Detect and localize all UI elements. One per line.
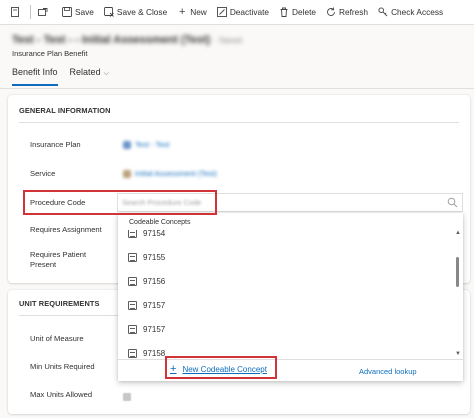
- new-label: New: [190, 7, 207, 17]
- list-item-label: 97155: [143, 252, 166, 262]
- scroll-down-icon[interactable]: ▼: [455, 351, 461, 357]
- list-item-label: 97154: [143, 230, 166, 238]
- refresh-icon: [326, 7, 336, 17]
- section-heading: UNIT REQUIREMENTS: [19, 299, 100, 308]
- check-access-label: Check Access: [391, 7, 444, 17]
- command-bar: Save Save & Close + New Deactivate Delet…: [0, 0, 474, 25]
- divider: [30, 5, 31, 19]
- list-item-label: 97157: [143, 324, 166, 334]
- open-window-button[interactable]: [32, 0, 57, 25]
- insurance-plan-value[interactable]: Test - Test: [123, 140, 169, 149]
- plus-icon: +: [170, 363, 177, 375]
- list-item[interactable]: 97154: [128, 230, 165, 240]
- section-divider: [19, 122, 459, 123]
- new-codeable-concept-button[interactable]: + New Codeable Concept: [170, 363, 267, 375]
- deactivate-icon: [216, 7, 227, 17]
- tab-divider: [0, 88, 474, 89]
- list-item[interactable]: 97155: [128, 250, 165, 264]
- service-value[interactable]: Initial Assessment (Test): [123, 169, 217, 178]
- service-label: Service: [30, 169, 56, 178]
- search-icon[interactable]: [447, 197, 458, 208]
- save-icon: [62, 7, 72, 17]
- list-item[interactable]: 97156: [128, 274, 165, 288]
- min-units-label: Min Units Required: [30, 362, 95, 371]
- save-button[interactable]: Save: [57, 0, 99, 25]
- record-icon: [128, 230, 137, 238]
- dropdown-heading: Codeable Concepts: [129, 219, 191, 226]
- service-link: Initial Assessment (Test): [135, 169, 217, 178]
- tab-benefit-info[interactable]: Benefit Info: [12, 67, 58, 86]
- deactivate-button[interactable]: Deactivate: [212, 0, 274, 25]
- delete-label: Delete: [292, 7, 316, 17]
- form-icon-button[interactable]: [4, 0, 29, 25]
- record-icon: [128, 276, 137, 286]
- record-title-text: Test - Test - - Initial Assessment (Test…: [12, 34, 211, 46]
- record-icon: [128, 348, 137, 358]
- record-icon: [128, 252, 137, 262]
- record-icon: [128, 300, 137, 310]
- save-close-label: Save & Close: [116, 7, 168, 17]
- lock-icon: [123, 393, 131, 401]
- form-icon: [10, 7, 20, 17]
- save-label: Save: [75, 7, 94, 17]
- check-access-button[interactable]: Check Access: [373, 0, 448, 25]
- record-title: Test - Test - - Initial Assessment (Test…: [12, 34, 242, 46]
- list-item[interactable]: 97158: [128, 346, 165, 360]
- insurance-plan-link: Test - Test: [135, 140, 170, 149]
- procedure-code-label: Procedure Code: [30, 198, 86, 207]
- record-icon: [123, 140, 131, 149]
- list-item-label: 97157: [143, 300, 166, 310]
- procedure-code-placeholder: Search Procedure Code: [122, 198, 202, 207]
- record-icon: [123, 169, 131, 178]
- list-item[interactable]: 97157: [128, 322, 165, 336]
- form-tabs: Benefit Info Related ⌵: [12, 67, 121, 86]
- advanced-lookup-link[interactable]: Advanced lookup: [359, 367, 417, 376]
- dropdown-footer: + New Codeable Concept Advanced lookup: [118, 359, 463, 381]
- procedure-code-lookup[interactable]: Search Procedure Code: [117, 193, 463, 212]
- requires-patient-present-label: Requires Patient Present: [30, 250, 87, 269]
- refresh-button[interactable]: Refresh: [321, 0, 373, 25]
- tab-related-label: Related: [69, 67, 101, 77]
- open-new-window-icon: [38, 7, 48, 17]
- list-item-label: 97156: [143, 276, 166, 286]
- plus-icon: +: [178, 6, 186, 18]
- requires-assignment-label: Requires Assignment: [30, 225, 102, 234]
- new-codeable-concept-label: New Codeable Concept: [182, 364, 267, 374]
- delete-button[interactable]: Delete: [274, 0, 321, 25]
- deactivate-label: Deactivate: [229, 7, 270, 17]
- refresh-label: Refresh: [339, 7, 369, 17]
- chevron-down-icon: ⌵: [103, 70, 109, 77]
- list-item[interactable]: 97157: [128, 298, 165, 312]
- save-close-button[interactable]: Save & Close: [99, 0, 172, 25]
- saved-status: - Saved: [214, 36, 242, 45]
- new-button[interactable]: + New: [172, 0, 212, 25]
- scrollbar-thumb[interactable]: [456, 257, 459, 287]
- section-heading: GENERAL INFORMATION: [19, 106, 111, 115]
- lookup-dropdown: Codeable Concepts 97154 97155 97156 9715…: [118, 213, 463, 381]
- tab-benefit-info-label: Benefit Info: [12, 67, 58, 77]
- insurance-plan-label: Insurance Plan: [30, 140, 81, 149]
- max-units-label: Max Units Allowed: [30, 390, 93, 399]
- key-icon: [378, 7, 388, 17]
- unit-of-measure-label: Unit of Measure: [30, 334, 84, 343]
- trash-icon: [279, 7, 289, 17]
- save-close-icon: [103, 7, 114, 17]
- entity-name: Insurance Plan Benefit: [12, 49, 88, 58]
- tab-related[interactable]: Related ⌵: [70, 67, 109, 85]
- dropdown-list: 97154 97155 97156 97157 97157 97158: [118, 230, 453, 360]
- list-item-label: 97158: [143, 348, 166, 358]
- record-icon: [128, 324, 137, 334]
- scroll-up-icon[interactable]: ▲: [455, 230, 461, 236]
